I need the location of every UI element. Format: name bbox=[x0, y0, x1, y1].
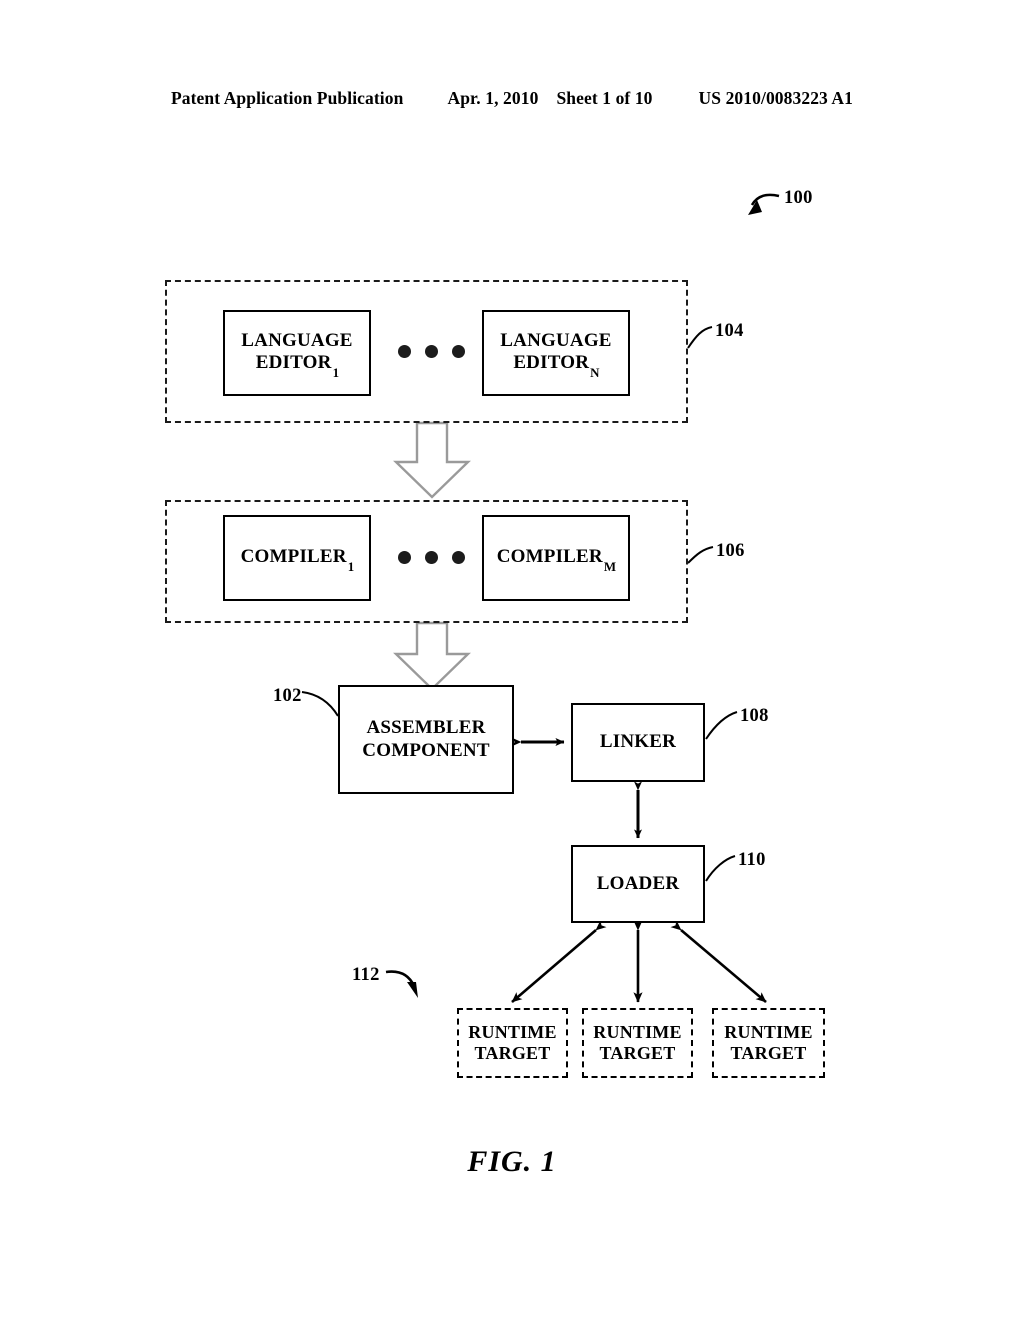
figure-1-diagram: LANGUAGE EDITOR1 LANGUAGE EDITORN COMPIL… bbox=[0, 0, 1024, 1320]
runtime-target-2-line1: RUNTIME bbox=[593, 1021, 682, 1042]
linker-label: LINKER bbox=[599, 731, 677, 753]
ref-110-leader bbox=[705, 855, 736, 882]
reference-numeral-112: 112 bbox=[352, 965, 380, 985]
language-editor-n-line2: EDITOR bbox=[513, 352, 590, 374]
loader-label: LOADER bbox=[596, 872, 680, 894]
dot-icon bbox=[452, 345, 465, 358]
node-runtime-target-3[interactable]: RUNTIME TARGET bbox=[712, 1008, 825, 1078]
ref-108-leader bbox=[705, 711, 738, 740]
compiler-m-label: COMPILER bbox=[496, 545, 603, 567]
compiler-m-subscript: M bbox=[603, 558, 617, 574]
reference-numeral-110: 110 bbox=[738, 850, 766, 870]
reference-numeral-100: 100 bbox=[784, 188, 813, 208]
dot-icon bbox=[398, 345, 411, 358]
reference-numeral-108: 108 bbox=[740, 706, 769, 726]
reference-numeral-102: 102 bbox=[273, 686, 302, 706]
ref-104-leader bbox=[687, 326, 713, 349]
node-assembler-component[interactable]: ASSEMBLER COMPONENT bbox=[338, 685, 514, 794]
node-linker[interactable]: LINKER bbox=[571, 703, 705, 782]
ref-102-leader bbox=[301, 691, 339, 717]
dot-icon bbox=[425, 345, 438, 358]
figure-caption: FIG. 1 bbox=[467, 1145, 557, 1178]
runtime-target-3-line1: RUNTIME bbox=[724, 1021, 813, 1042]
block-arrow-editors-to-compilers bbox=[393, 421, 471, 499]
node-loader[interactable]: LOADER bbox=[571, 845, 705, 923]
language-editor-1-subscript: 1 bbox=[332, 364, 340, 380]
language-editor-n-subscript: N bbox=[590, 364, 600, 380]
compiler-1-label: COMPILER bbox=[240, 545, 347, 567]
runtime-target-3-line2: TARGET bbox=[730, 1043, 807, 1063]
diagram-connectors bbox=[301, 193, 780, 1003]
ellipsis-dots-compilers bbox=[398, 551, 465, 564]
node-compiler-1[interactable]: COMPILER1 bbox=[223, 515, 371, 601]
language-editor-1-line1: LANGUAGE bbox=[241, 329, 353, 351]
language-editor-n-line1: LANGUAGE bbox=[500, 329, 612, 351]
dot-icon bbox=[425, 551, 438, 564]
node-runtime-target-1[interactable]: RUNTIME TARGET bbox=[457, 1008, 568, 1078]
dot-icon bbox=[398, 551, 411, 564]
assembler-line2: COMPONENT bbox=[362, 739, 490, 761]
language-editor-1-line2: EDITOR bbox=[255, 352, 332, 374]
ref-112-leader bbox=[385, 970, 418, 998]
reference-numeral-106: 106 bbox=[716, 541, 745, 561]
assembler-line1: ASSEMBLER bbox=[366, 717, 486, 739]
node-language-editor-n[interactable]: LANGUAGE EDITORN bbox=[482, 310, 630, 396]
arrow-loader-runtime-3 bbox=[670, 920, 767, 1003]
node-language-editor-1[interactable]: LANGUAGE EDITOR1 bbox=[223, 310, 371, 396]
block-arrow-compilers-to-assembler bbox=[393, 621, 471, 691]
node-compiler-m[interactable]: COMPILERM bbox=[482, 515, 630, 601]
arrow-loader-runtime-1 bbox=[511, 920, 607, 1003]
runtime-target-1-line2: TARGET bbox=[474, 1043, 551, 1063]
ellipsis-dots-editors bbox=[398, 345, 465, 358]
ref-100-leader bbox=[748, 193, 780, 215]
compiler-1-subscript: 1 bbox=[347, 558, 355, 574]
node-runtime-target-2[interactable]: RUNTIME TARGET bbox=[582, 1008, 693, 1078]
reference-numeral-104: 104 bbox=[715, 321, 744, 341]
runtime-target-2-line2: TARGET bbox=[599, 1043, 676, 1063]
dot-icon bbox=[452, 551, 465, 564]
runtime-target-1-line1: RUNTIME bbox=[468, 1021, 557, 1042]
ref-106-leader bbox=[687, 546, 714, 564]
